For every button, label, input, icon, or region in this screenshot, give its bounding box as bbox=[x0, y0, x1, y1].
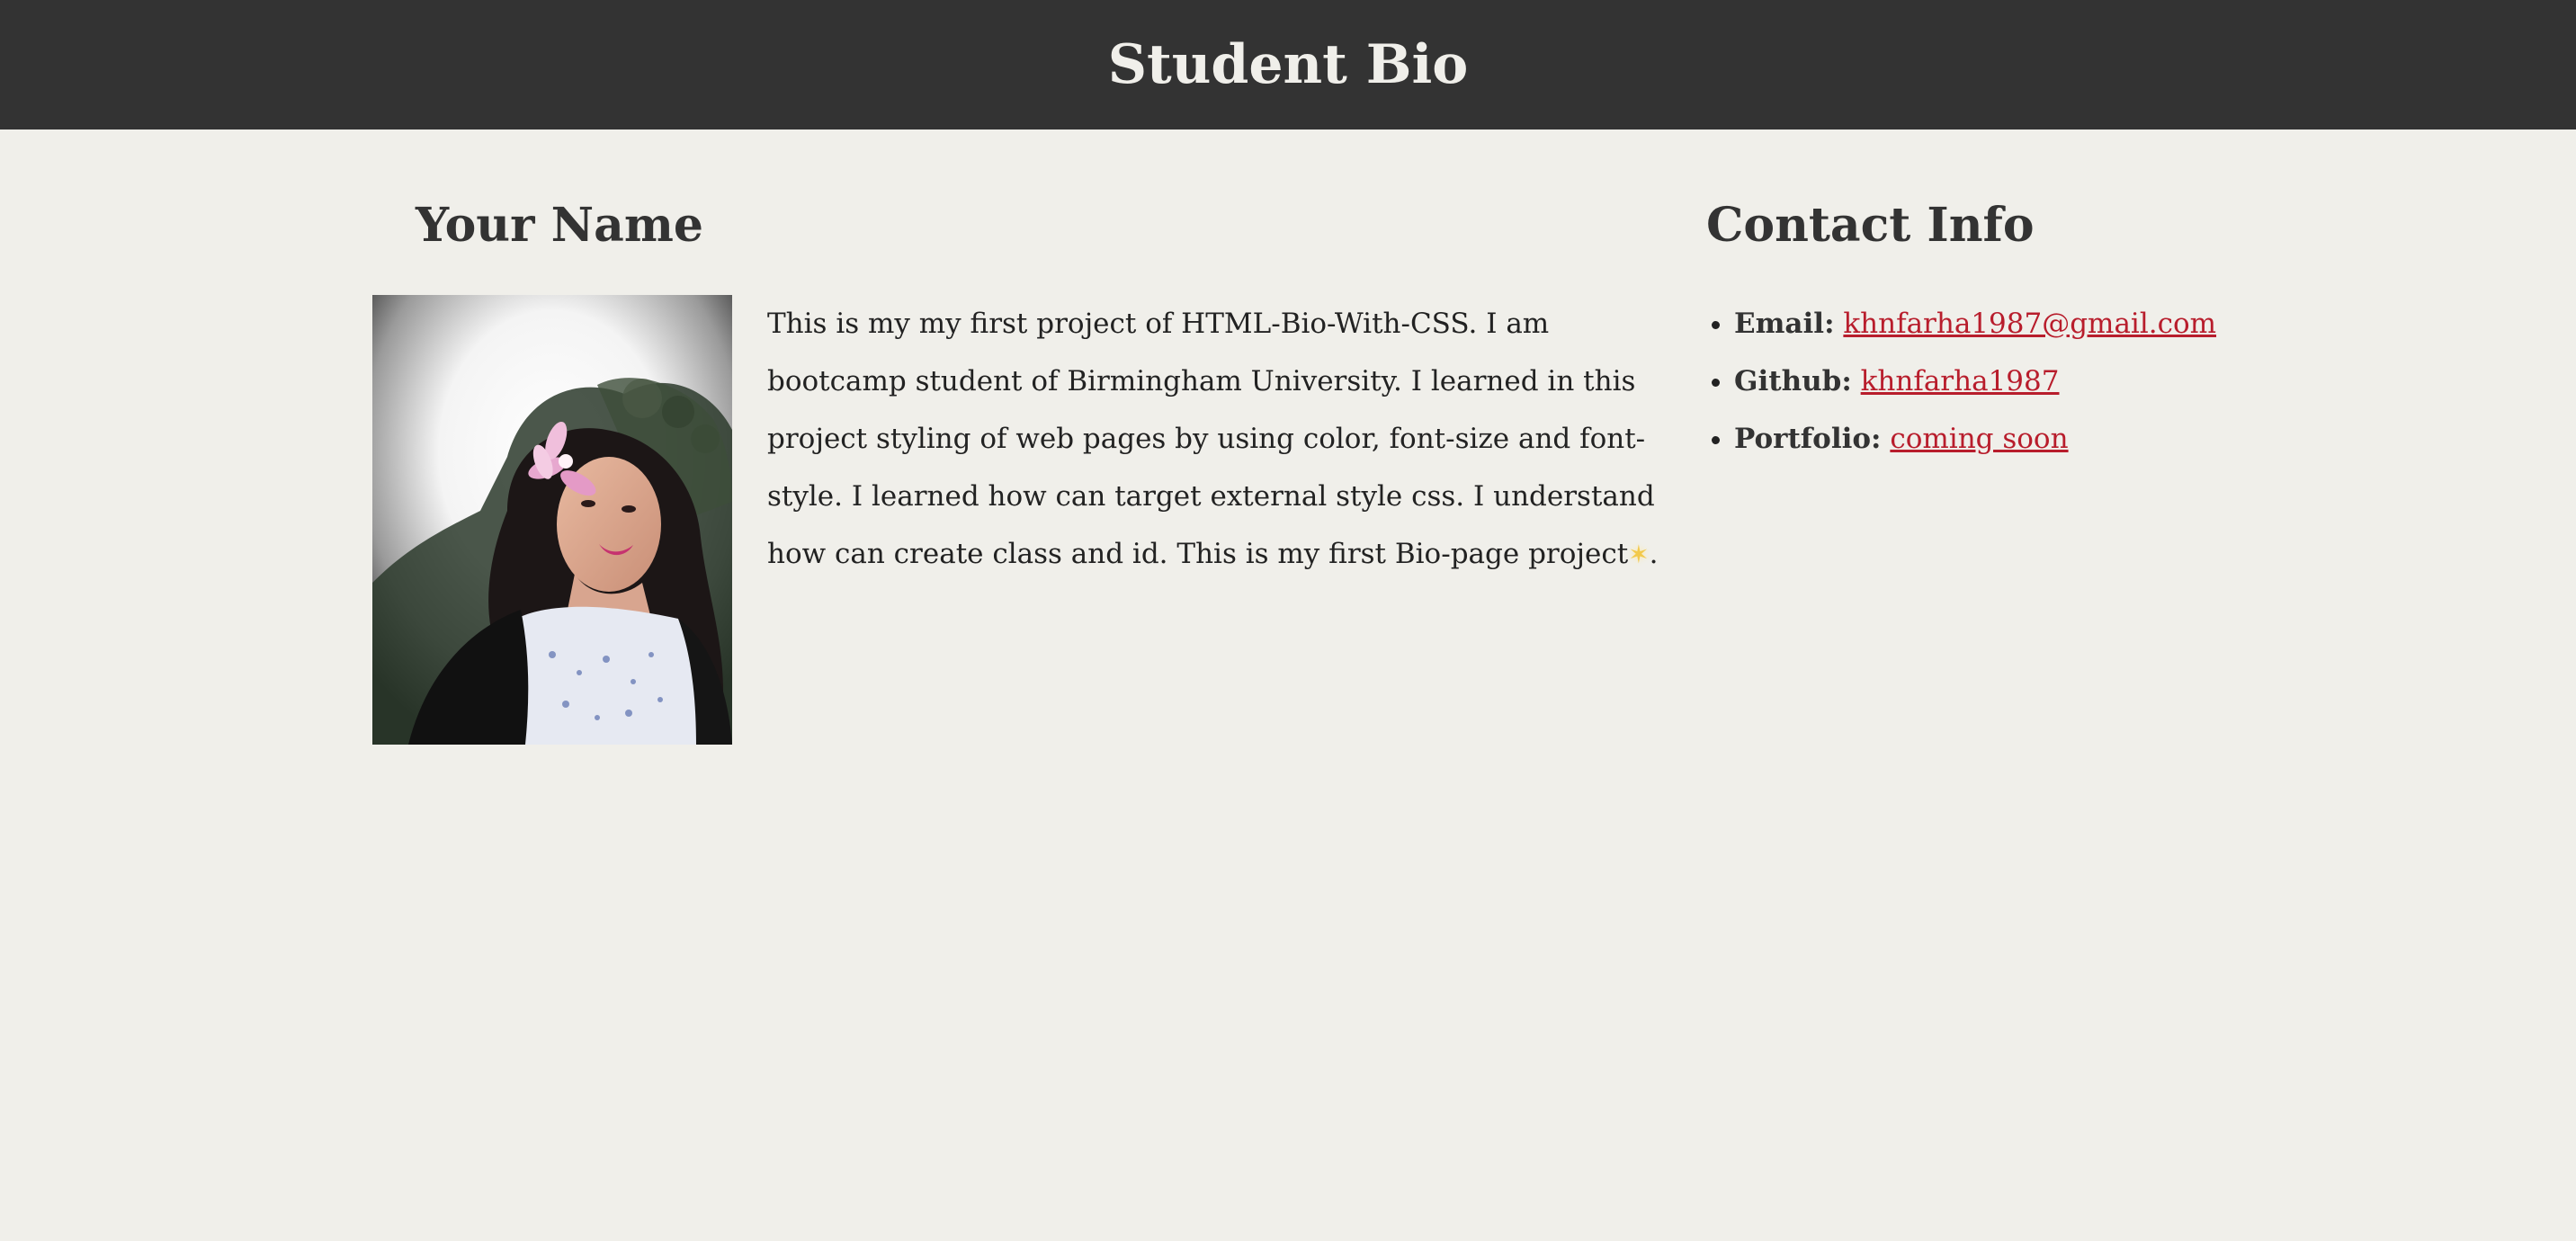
bio-paragraph: This is my my first project of HTML-Bio-… bbox=[767, 295, 1676, 584]
email-label: Email: bbox=[1734, 308, 1835, 340]
profile-photo bbox=[372, 295, 732, 745]
contact-item-github: Github: khnfarha1987 bbox=[1734, 353, 2216, 410]
bio-text-end: . bbox=[1649, 538, 1659, 570]
student-name-heading: Your Name bbox=[416, 198, 703, 253]
contact-item-email: Email: khnfarha1987@gmail.com bbox=[1734, 295, 2216, 353]
star-icon: ✶ bbox=[1628, 540, 1650, 569]
page-title: Student Bio bbox=[1107, 33, 1469, 96]
github-label: Github: bbox=[1734, 365, 1852, 397]
github-link[interactable]: khnfarha1987 bbox=[1861, 365, 2060, 397]
email-link[interactable]: khnfarha1987@gmail.com bbox=[1843, 308, 2216, 340]
contact-info-heading: Contact Info bbox=[1706, 198, 2035, 253]
contact-list: Email: khnfarha1987@gmail.com Github: kh… bbox=[1706, 295, 2216, 468]
bio-text: This is my my first project of HTML-Bio-… bbox=[767, 308, 1655, 570]
portfolio-link[interactable]: coming soon bbox=[1890, 423, 2068, 455]
main-content: Your Name This is my my first project of… bbox=[0, 129, 2576, 1241]
contact-item-portfolio: Portfolio: coming soon bbox=[1734, 410, 2216, 468]
site-header: Student Bio bbox=[0, 0, 2576, 129]
portfolio-label: Portfolio: bbox=[1734, 423, 1882, 455]
